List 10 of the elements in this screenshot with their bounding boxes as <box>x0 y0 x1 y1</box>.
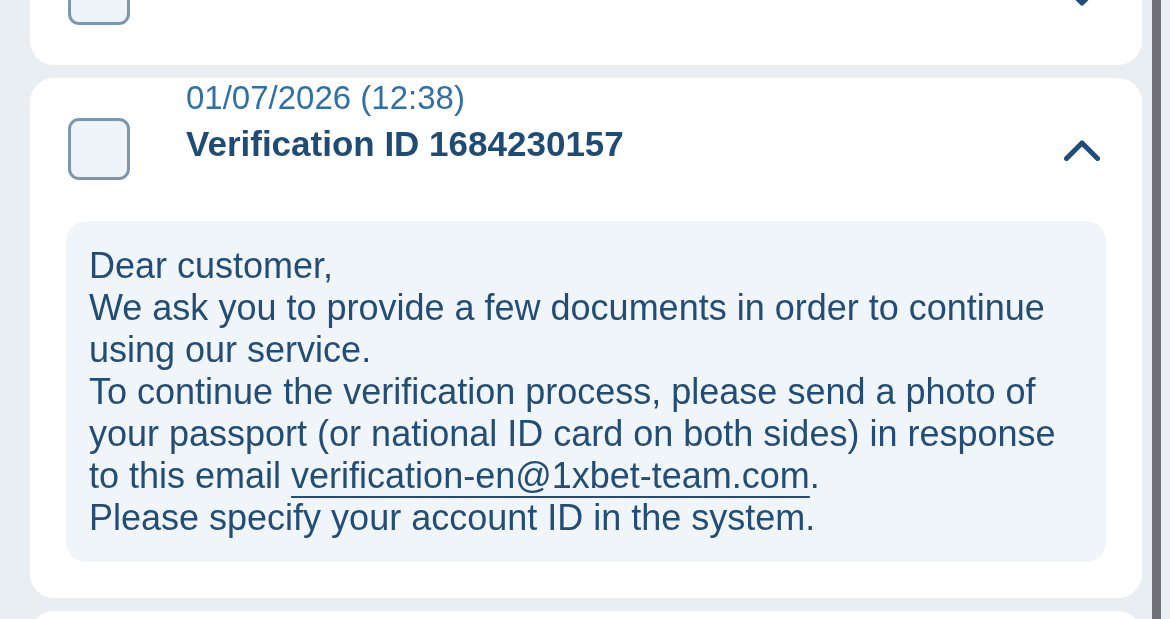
message-date: 01/07/2026 (12:38) <box>186 80 466 116</box>
scrollbar-thumb[interactable] <box>1152 0 1161 619</box>
message-paragraph: We ask you to provide a few documents in order to continue using our service. <box>89 287 1046 371</box>
checkbox[interactable] <box>68 118 130 180</box>
email-link[interactable]: verification-en@1xbet-team.com <box>291 455 810 496</box>
message-title: Verification ID 1684230157 <box>186 123 625 165</box>
message-paragraph: To continue the verification process, please send a photo of your passport (or national ID card on both sides) in response to this email verification-en@1xbet-team.com. <box>89 371 1057 497</box>
message-paragraph: Please specify your account ID in the system. <box>89 497 817 539</box>
message-paragraph: Dear customer, <box>89 245 335 287</box>
chevron-up-icon[interactable] <box>1064 140 1100 161</box>
